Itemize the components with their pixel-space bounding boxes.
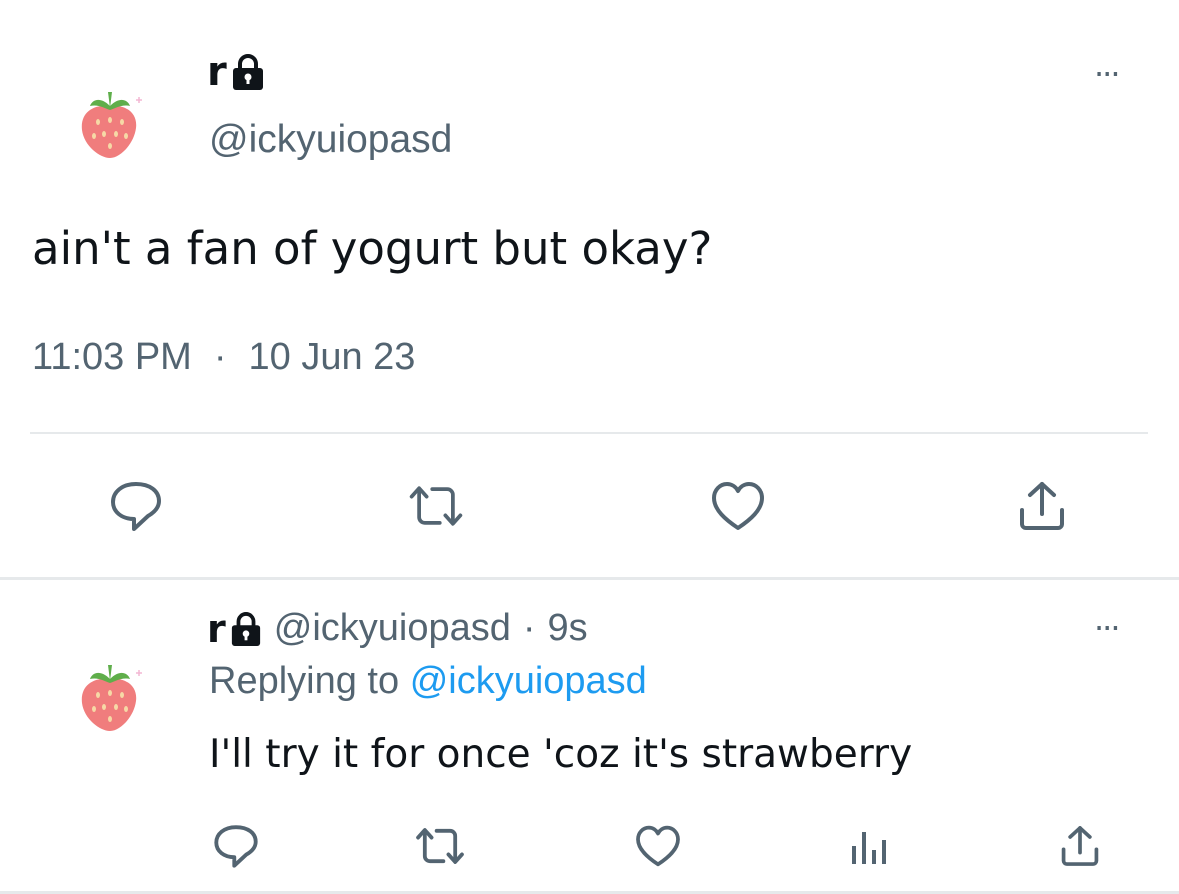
display-name[interactable]: r	[207, 610, 226, 648]
tweet-text: ain't a fan of yogurt but okay?	[32, 222, 713, 275]
tweet-timestamp[interactable]: 11:03 PM · 10 Jun 23	[32, 336, 415, 379]
replying-to-handle-link[interactable]: @ickyuiopasd	[410, 660, 647, 702]
reply-text: I'll try it for once 'coz it's strawberr…	[209, 732, 913, 777]
reply-author-row: r @ickyuiopasd · 9s	[207, 607, 588, 650]
share-icon	[1061, 826, 1099, 866]
more-options-icon[interactable]: ···	[1094, 612, 1120, 644]
like-icon	[712, 482, 764, 530]
like-button[interactable]	[628, 816, 688, 876]
tweet-age[interactable]: 9s	[548, 607, 588, 650]
author-handle[interactable]: @ickyuiopasd	[274, 607, 511, 650]
display-name[interactable]: r	[207, 52, 227, 92]
reply-button[interactable]	[206, 816, 266, 876]
like-button[interactable]	[708, 476, 768, 536]
tweet-separator	[0, 577, 1179, 580]
share-button[interactable]	[1050, 816, 1110, 876]
retweet-icon	[416, 828, 464, 864]
views-icon	[852, 832, 886, 864]
lock-icon	[232, 54, 263, 90]
meta-separator: ·	[522, 607, 536, 649]
reply-icon	[111, 482, 161, 531]
views-button[interactable]	[840, 816, 900, 876]
divider	[30, 432, 1148, 434]
replying-to: Replying to @ickyuiopasd	[209, 660, 647, 703]
avatar-strawberry-icon[interactable]	[70, 655, 150, 735]
reply-icon	[214, 825, 258, 868]
meta-separator: ·	[213, 336, 227, 378]
author-handle[interactable]: @ickyuiopasd	[209, 118, 452, 162]
retweet-button[interactable]	[410, 816, 470, 876]
avatar-strawberry-icon[interactable]	[70, 82, 150, 162]
retweet-icon	[409, 486, 463, 526]
reply-button[interactable]	[106, 476, 166, 536]
retweet-button[interactable]	[406, 476, 466, 536]
more-options-icon[interactable]: ···	[1094, 58, 1120, 90]
lock-icon	[231, 611, 260, 646]
share-icon	[1020, 482, 1064, 530]
replying-to-label: Replying to	[209, 660, 400, 702]
author-row: r	[207, 52, 265, 92]
share-button[interactable]	[1012, 476, 1072, 536]
like-icon	[636, 825, 680, 867]
tweet-time: 11:03 PM	[32, 336, 192, 378]
tweet-date: 10 Jun 23	[248, 336, 416, 378]
